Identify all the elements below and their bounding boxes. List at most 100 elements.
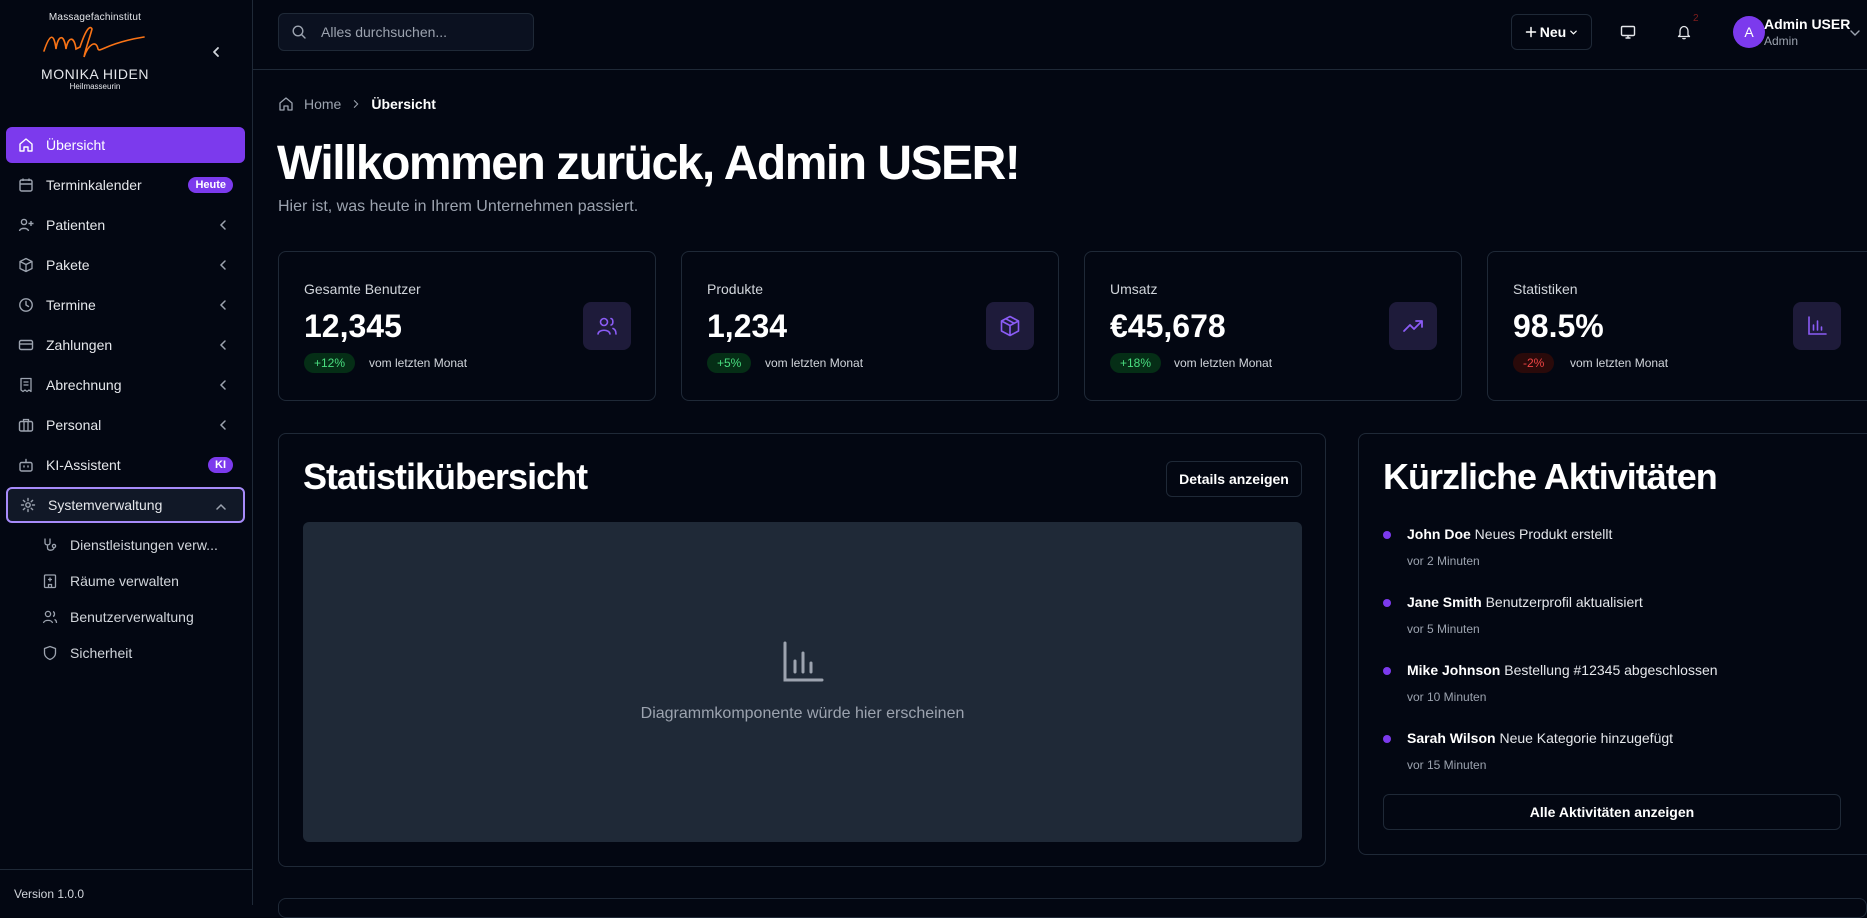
chevron-down-icon[interactable] — [1849, 26, 1861, 38]
sidebar-item-label: Personal — [46, 417, 102, 433]
search-box[interactable] — [278, 13, 534, 51]
activity-dot — [1383, 599, 1391, 607]
avatar[interactable]: A — [1733, 16, 1765, 48]
topbar: Neu 2 A Admin USER Admin — [253, 0, 1867, 70]
briefcase-icon — [18, 417, 34, 433]
user-name[interactable]: Admin USER — [1764, 16, 1850, 32]
bot-icon — [18, 457, 34, 473]
chart-placeholder: Diagrammkomponente würde hier erscheinen — [303, 522, 1302, 842]
sidebar-item-label: Terminkalender — [46, 177, 142, 193]
stat-value: 12,345 — [304, 308, 402, 344]
sidebar: Massagefachinstitut MONIKA HIDEN Heilmas… — [0, 0, 253, 905]
activity-time: vor 15 Minuten — [1407, 758, 1487, 772]
home-icon[interactable] — [278, 96, 294, 112]
recent-activity-panel: Kürzliche Aktivitäten — [1358, 433, 1867, 855]
sidebar-item-label: KI-Assistent — [46, 457, 121, 473]
activity-time: vor 2 Minuten — [1407, 554, 1480, 568]
stat-label: Umsatz — [1110, 281, 1158, 297]
new-button[interactable]: Neu — [1511, 14, 1592, 50]
stethoscope-icon — [42, 537, 58, 553]
calendar-icon — [18, 177, 34, 193]
plus-icon — [1525, 26, 1537, 38]
sidebar-item-uebersicht[interactable]: Übersicht — [6, 127, 245, 163]
stat-value: €45,678 — [1110, 308, 1226, 344]
sidebar-item-abrechnung[interactable]: Abrechnung — [6, 367, 245, 403]
brand-logo[interactable]: Massagefachinstitut MONIKA HIDEN Heilmas… — [40, 12, 150, 91]
credit-card-icon — [18, 337, 34, 353]
receipt-icon — [18, 377, 34, 393]
activity-user: Jane Smith — [1407, 594, 1482, 610]
breadcrumb-home[interactable]: Home — [304, 96, 341, 112]
chevron-left-icon — [217, 218, 229, 230]
brand-name: MONIKA HIDEN — [41, 66, 149, 82]
users-icon — [42, 609, 58, 625]
clock-icon — [18, 297, 34, 313]
user-plus-icon — [18, 217, 34, 233]
collapse-sidebar-icon[interactable] — [206, 42, 226, 62]
chart-placeholder-text: Diagrammkomponente würde hier erscheinen — [640, 705, 965, 722]
next-panel-edge — [278, 898, 1867, 918]
stat-label: Statistiken — [1513, 281, 1578, 297]
version-label: Version 1.0.0 — [14, 887, 85, 901]
activity-dot — [1383, 735, 1391, 743]
stat-value: 1,234 — [707, 308, 788, 344]
activity-action: Neues Produkt erstellt — [1474, 526, 1613, 542]
sidebar-subitem-sicherheit[interactable]: Sicherheit — [6, 635, 245, 671]
chevron-left-icon — [217, 338, 229, 350]
stat-card-products: Produkte 1,234 +5% vom letzten Monat — [681, 251, 1059, 401]
sidebar-item-terminkalender[interactable]: Terminkalender Heute — [6, 167, 245, 203]
stat-change-badge: -2% — [1513, 353, 1555, 373]
view-all-activities-button[interactable]: Alle Aktivitäten anzeigen — [1383, 794, 1841, 830]
brand-sub-text: Heilmasseurin — [69, 82, 121, 91]
sidebar-item-patienten[interactable]: Patienten — [6, 207, 245, 243]
sidebar-subitem-raeume[interactable]: Räume verwalten — [6, 563, 245, 599]
page-subtitle: Hier ist, was heute in Ihrem Unternehmen… — [278, 198, 639, 215]
stat-label: Gesamte Benutzer — [304, 281, 421, 297]
sidebar-item-label: Zahlungen — [46, 337, 113, 353]
home-icon — [18, 137, 34, 153]
sidebar-item-systemverwaltung[interactable]: Systemverwaltung — [6, 487, 245, 523]
activity-action: Neue Kategorie hinzugefügt — [1499, 730, 1674, 746]
stats-panel-title: Statistikübersicht — [303, 456, 588, 497]
search-input[interactable] — [319, 23, 523, 41]
stat-change-badge: +5% — [707, 353, 752, 373]
ki-badge: KI — [208, 457, 233, 473]
sidebar-item-label: Termine — [46, 297, 96, 313]
package-icon — [18, 257, 34, 273]
sidebar-subitem-label: Sicherheit — [70, 645, 133, 661]
bar-chart-icon — [1793, 302, 1841, 350]
new-button-label: Neu — [1539, 24, 1567, 40]
chevron-left-icon — [217, 418, 229, 430]
stat-value: 98.5% — [1513, 308, 1604, 344]
stat-change-badge: +12% — [304, 353, 356, 373]
activity-dot — [1383, 667, 1391, 675]
activity-action: Bestellung #12345 abgeschlossen — [1504, 662, 1718, 678]
sidebar-subitem-label: Räume verwalten — [70, 573, 179, 589]
page-title: Willkommen zurück, Admin USER! — [277, 137, 1021, 190]
stat-label: Produkte — [707, 281, 764, 297]
stat-since: vom letzten Monat — [765, 356, 864, 370]
chevron-left-icon — [217, 378, 229, 390]
user-role: Admin — [1764, 34, 1799, 48]
sidebar-item-label: Patienten — [46, 217, 106, 233]
sidebar-item-ki-assistent[interactable]: KI-Assistent KI — [6, 447, 245, 483]
sidebar-item-termine[interactable]: Termine — [6, 287, 245, 323]
search-icon — [291, 24, 307, 40]
sidebar-item-zahlungen[interactable]: Zahlungen — [6, 327, 245, 363]
sidebar-item-personal[interactable]: Personal — [6, 407, 245, 443]
monitor-icon[interactable] — [1616, 20, 1640, 44]
sidebar-item-label: Systemverwaltung — [48, 497, 163, 513]
sidebar-subitem-benutzerverwaltung[interactable]: Benutzerverwaltung — [6, 599, 245, 635]
activity-user: John Doe — [1407, 526, 1471, 542]
breadcrumb-current: Übersicht — [371, 96, 436, 112]
stat-card-users: Gesamte Benutzer 12,345 +12% vom letzten… — [278, 251, 656, 401]
details-button[interactable]: Details anzeigen — [1166, 461, 1302, 497]
brand-top-text: Massagefachinstitut — [48, 12, 142, 23]
chevron-up-icon — [215, 500, 227, 512]
chevron-right-icon — [351, 99, 361, 109]
sidebar-subitem-dienstleistungen[interactable]: Dienstleistungen verw... — [6, 527, 245, 563]
sidebar-item-label: Pakete — [46, 257, 90, 273]
trending-up-icon — [1389, 302, 1437, 350]
sidebar-item-pakete[interactable]: Pakete — [6, 247, 245, 283]
activity-user: Mike Johnson — [1407, 662, 1501, 678]
